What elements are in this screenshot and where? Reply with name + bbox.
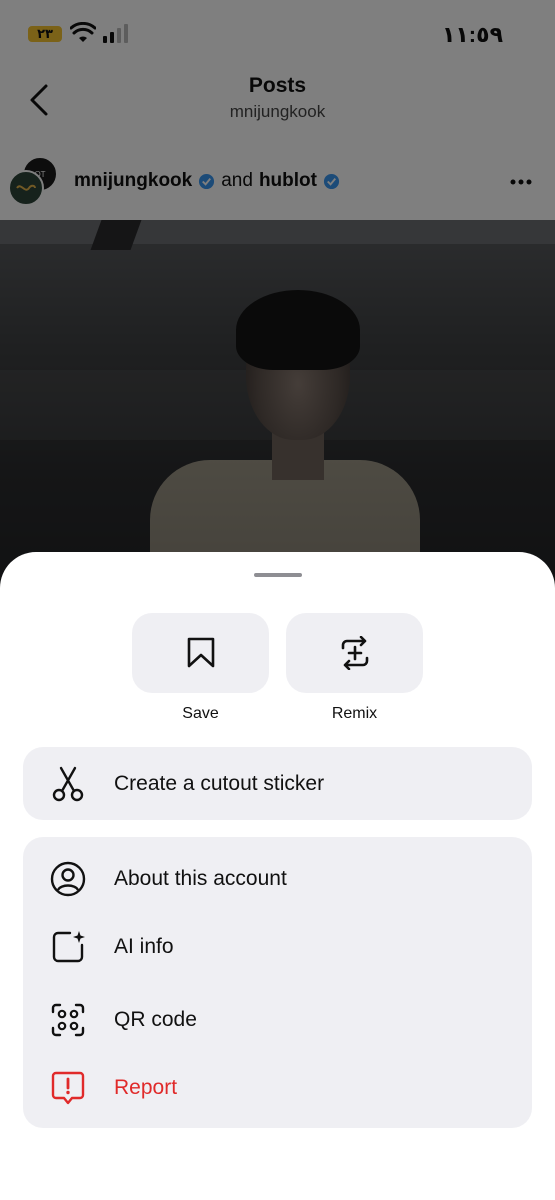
account-circle-icon — [50, 861, 86, 897]
remix-button[interactable] — [286, 613, 423, 693]
remix-icon — [341, 636, 368, 670]
about-this-account-row[interactable]: About this account — [23, 849, 532, 909]
save-button[interactable] — [132, 613, 269, 693]
report-icon — [50, 1070, 86, 1106]
qr-code-icon — [50, 1002, 86, 1038]
qr-code-row[interactable]: QR code — [23, 990, 532, 1050]
ai-sparkle-icon — [50, 929, 86, 965]
ai-info-row[interactable]: AI info — [23, 917, 532, 977]
sticker-group: Create a cutout sticker — [23, 747, 532, 820]
sheet-grabber[interactable] — [254, 573, 302, 577]
report-row[interactable]: Report — [23, 1058, 532, 1118]
create-cutout-sticker-row[interactable]: Create a cutout sticker — [23, 754, 532, 814]
remix-label: Remix — [331, 705, 378, 722]
about-this-account-label: About this account — [114, 867, 287, 890]
qr-code-label: QR code — [114, 1008, 197, 1031]
create-cutout-sticker-label: Create a cutout sticker — [114, 772, 325, 795]
account-options-group: About this account AI info QR code Repor… — [23, 837, 532, 1128]
ai-info-label: AI info — [114, 935, 174, 958]
options-bottom-sheet: Save Remix Create a cutout sticker About… — [0, 552, 555, 1200]
scissors-icon — [50, 766, 86, 802]
bookmark-icon — [187, 637, 214, 668]
save-label: Save — [182, 705, 219, 722]
report-label: Report — [114, 1076, 178, 1099]
